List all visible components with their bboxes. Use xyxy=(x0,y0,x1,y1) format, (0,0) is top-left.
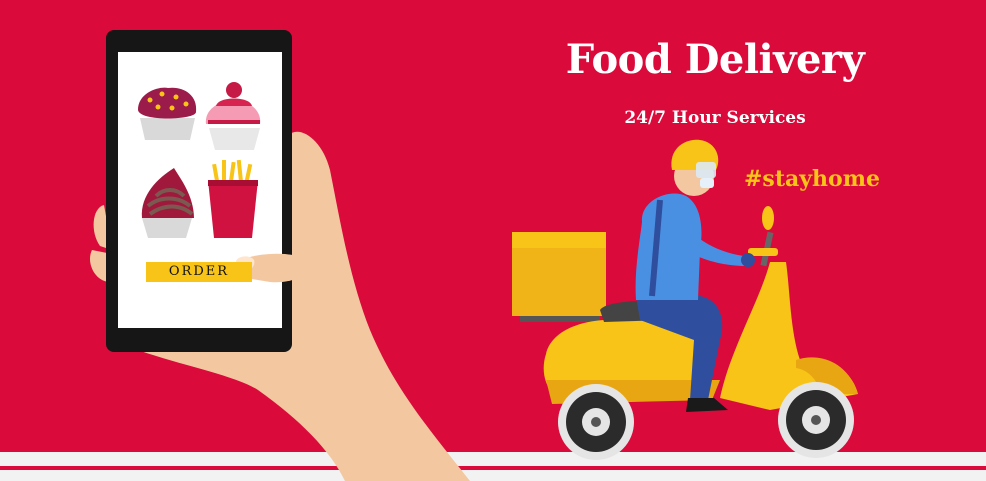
hand-holding-phone xyxy=(89,30,470,481)
phone-screen xyxy=(118,52,282,328)
subtitle: 24/7 Hour Services xyxy=(624,108,806,128)
rider-shoe xyxy=(686,398,728,412)
order-button[interactable]: ORDER xyxy=(146,262,252,282)
hashtag: #stayhome xyxy=(744,166,880,192)
helmet-visor xyxy=(696,162,716,178)
delivery-box-icon xyxy=(512,248,606,316)
page-title: Food Delivery xyxy=(565,36,865,83)
french-fries-icon xyxy=(208,159,258,238)
rider-glove xyxy=(741,253,755,267)
rear-wheel-icon xyxy=(558,384,634,460)
delivery-box-lid xyxy=(512,232,606,248)
face-mask xyxy=(700,178,714,188)
food-delivery-banner: Food Delivery 24/7 Hour Services #stayho… xyxy=(0,0,986,481)
front-wheel-icon xyxy=(778,382,854,458)
cupcake-icon xyxy=(138,87,197,140)
headlight xyxy=(762,206,774,230)
